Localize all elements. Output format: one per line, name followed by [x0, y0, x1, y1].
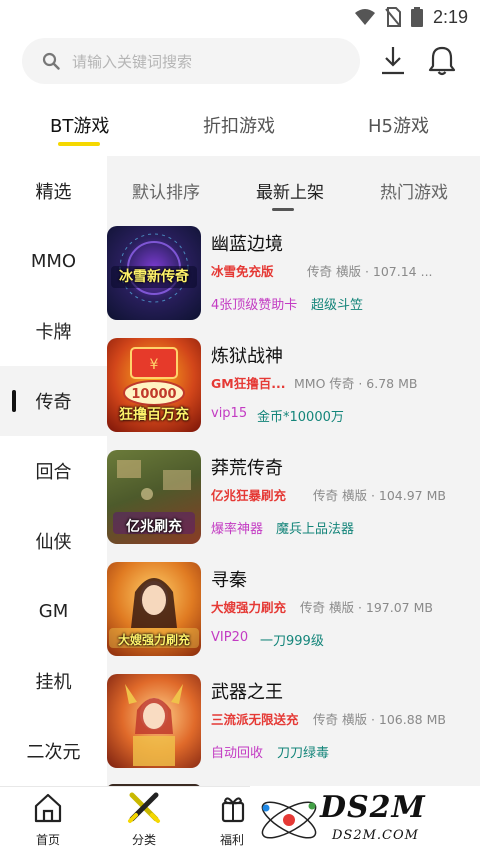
sidebar-item-featured[interactable]: 精选 [0, 156, 107, 226]
sidebar-item-idle[interactable]: 挂机 [0, 646, 107, 716]
nav-label: 首页 [35, 833, 60, 847]
game-tag: 爆率神器 [211, 522, 264, 537]
game-item[interactable]: 亿兆刷充 莽荒传奇 亿兆狂暴刷充 传奇 横版 · 104.97 MB 爆率神器 … [107, 450, 480, 562]
battery-icon [410, 7, 423, 27]
category-sidebar: 精选 MMO 卡牌 传奇 回合 仙侠 GM 挂机 二次元 [0, 156, 107, 786]
game-meta: MMO 传奇 · 6.78 MB [294, 376, 418, 391]
download-icon[interactable] [378, 44, 408, 76]
tab-discount-games[interactable]: 折扣游戏 [203, 112, 275, 138]
sidebar-item-label: 精选 [35, 182, 72, 203]
active-category-marker [12, 390, 16, 412]
game-title: 炼狱战神 [211, 346, 283, 367]
game-item[interactable]: 冰雪新传奇 幽蓝边境 冰雪免充版 传奇 横版 · 107.14 ... 4张顶级… [107, 226, 480, 338]
tab-h5-games[interactable]: H5游戏 [368, 112, 429, 138]
game-tag: 刀刀绿毒 [277, 746, 330, 761]
search-input[interactable]: 请输入关键词搜索 [22, 38, 360, 84]
game-item[interactable]: 大嫂强力刷充 寻秦 大嫂强力刷充 传奇 横版 · 197.07 MB VIP20… [107, 562, 480, 674]
sort-tab-hot[interactable]: 热门游戏 [380, 178, 448, 203]
search-placeholder: 请输入关键词搜索 [72, 52, 193, 71]
game-promo: 大嫂强力刷充 [211, 600, 287, 615]
sidebar-item-label: MMO [30, 250, 77, 272]
category-icon [128, 792, 160, 823]
sidebar-item-card[interactable]: 卡牌 [0, 296, 107, 366]
game-tag: 自动回收 [211, 746, 264, 761]
watermark-brand: DS2M [320, 790, 426, 825]
thumbnail-caption: 大嫂强力刷充 [117, 633, 190, 647]
game-thumbnail[interactable]: 亿兆刷充 [107, 450, 201, 544]
game-meta: 传奇 横版 · 197.07 MB [300, 600, 433, 615]
thumbnail-art [125, 684, 183, 766]
game-item[interactable]: 武器之王 三流派无限送充 传奇 横版 · 106.88 MB 自动回收 刀刀绿毒 [107, 674, 480, 786]
game-thumbnail[interactable]: ¥ 10000 狂撸百万充 [107, 338, 201, 432]
sidebar-item-xianxia[interactable]: 仙侠 [0, 506, 107, 576]
game-meta: 传奇 横版 · 104.97 MB [313, 488, 446, 503]
nav-label: 分类 [131, 833, 156, 847]
game-title: 寻秦 [211, 570, 247, 591]
svg-text:¥: ¥ [150, 357, 159, 373]
nav-category[interactable]: 分类 [114, 791, 174, 848]
game-tag: 超级斗笠 [311, 298, 364, 313]
main-tabs: BT游戏 折扣游戏 H5游戏 [0, 100, 480, 150]
game-meta: 传奇 横版 · 107.14 ... [307, 264, 433, 279]
game-thumbnail[interactable]: 冰雪新传奇 [107, 226, 201, 320]
thumbnail-caption: 狂撸百万充 [119, 407, 189, 423]
watermark-logo: DS2M DS2M.COM [250, 786, 480, 853]
sort-tab-newest[interactable]: 最新上架 [256, 178, 324, 203]
gift-icon [221, 797, 245, 823]
game-thumbnail[interactable] [107, 674, 201, 768]
thumbnail-caption: 亿兆刷充 [126, 519, 182, 535]
sidebar-item-anime[interactable]: 二次元 [0, 716, 107, 786]
game-tag: 魔兵上品法器 [276, 522, 355, 537]
game-item[interactable]: ¥ 10000 狂撸百万充 炼狱战神 GM狂撸百... MMO 传奇 · 6.7… [107, 338, 480, 450]
game-tag: 一刀999级 [260, 634, 324, 649]
tab-bt-games[interactable]: BT游戏 [50, 112, 109, 138]
game-tag: 4张顶级赞助卡 [211, 298, 298, 313]
game-promo: 亿兆狂暴刷充 [211, 488, 287, 503]
sidebar-item-label: 挂机 [35, 672, 72, 693]
sidebar-item-label: 传奇 [35, 392, 72, 413]
search-icon [42, 52, 60, 70]
thumbnail-badge: 10000 [131, 387, 176, 402]
sidebar-item-label: 仙侠 [35, 532, 72, 553]
game-list-panel: 默认排序 最新上架 热门游戏 冰雪新传奇 幽蓝边境 冰雪免充版 传奇 横版 · … [107, 156, 480, 790]
wifi-icon [354, 9, 375, 25]
status-bar: 2:19 [0, 0, 480, 34]
active-tab-underline [58, 142, 100, 146]
game-thumbnail[interactable]: 大嫂强力刷充 [107, 562, 201, 656]
sidebar-item-mmo[interactable]: MMO [0, 226, 107, 296]
game-promo: 三流派无限送充 [211, 712, 299, 727]
game-meta: 传奇 横版 · 106.88 MB [313, 712, 446, 727]
nav-home[interactable]: 首页 [18, 791, 78, 848]
sidebar-item-label: GM [38, 600, 69, 622]
bell-icon[interactable] [427, 44, 457, 76]
game-tag: vip15 [211, 406, 248, 421]
sidebar-item-legend[interactable]: 传奇 [0, 366, 107, 436]
clock: 2:19 [432, 6, 468, 27]
game-tag: 金币*10000万 [257, 410, 344, 425]
game-promo: GM狂撸百... [211, 376, 286, 391]
sort-tab-underline [272, 208, 294, 211]
sort-tab-default[interactable]: 默认排序 [132, 178, 200, 203]
home-icon [34, 793, 62, 823]
game-tag: VIP20 [211, 630, 249, 645]
game-title: 武器之王 [211, 682, 283, 703]
sidebar-item-label: 二次元 [26, 742, 81, 763]
no-sim-icon [385, 7, 401, 27]
sidebar-item-turn-based[interactable]: 回合 [0, 436, 107, 506]
sidebar-item-label: 卡牌 [35, 322, 72, 343]
sidebar-item-label: 回合 [35, 462, 72, 483]
game-title: 幽蓝边境 [211, 234, 283, 255]
thumbnail-caption: 冰雪新传奇 [119, 269, 189, 285]
game-promo: 冰雪免充版 [211, 264, 274, 279]
watermark-site: DS2M.COM [332, 828, 419, 843]
sidebar-item-gm[interactable]: GM [0, 576, 107, 646]
game-title: 莽荒传奇 [211, 458, 283, 479]
atom-logo-icon [261, 801, 317, 839]
